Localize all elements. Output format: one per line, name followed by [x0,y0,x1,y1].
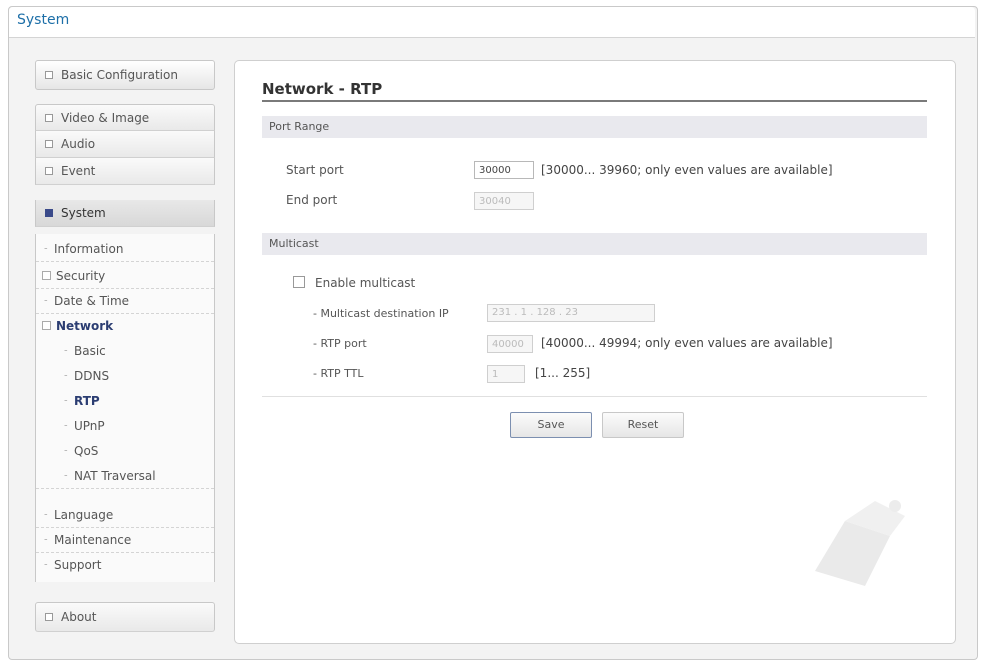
end-port-input[interactable] [474,192,534,210]
main-panel: Network - RTP Port Range Start port [300… [234,60,956,644]
multicast-destination-ip-input[interactable]: 231 . 1 . 128 . 23 [487,304,655,322]
window-title: System [17,12,70,28]
ip-octet-1: 231 [492,307,512,318]
sidebar-item-label: Video & Image [61,110,150,125]
sidebar-item-event[interactable]: Event [35,158,215,185]
sidebar-item-rtp[interactable]: - RTP [36,388,214,413]
sidebar-item-label: RTP [74,393,100,408]
sidebar-item-maintenance[interactable]: - Maintenance [36,527,214,553]
sidebar-item-support[interactable]: - Support [36,552,214,577]
dash-bullet-icon: - [44,295,48,306]
square-icon [45,71,53,79]
camera-watermark-icon [815,500,905,586]
dash-bullet-icon: - [64,420,68,431]
dash-bullet-icon: - [44,243,48,254]
square-icon [45,613,53,621]
section-heading: Port Range [269,120,330,133]
page-title: Network - RTP [262,80,383,98]
sidebar-item-video-image[interactable]: Video & Image [35,104,215,131]
dash-bullet-icon: - [64,395,68,406]
dash-bullet-icon: - [44,559,48,570]
form-divider [262,396,927,397]
sidebar-item-basic[interactable]: - Basic [36,338,214,363]
sidebar-item-label: Audio [61,137,96,151]
sidebar-item-label: Language [54,507,114,522]
dash-bullet-icon: - [64,470,68,481]
sidebar-item-label: Network [56,318,114,333]
system-submenu: - Information Security - Date & Time Net… [35,234,215,582]
sidebar-item-date-time[interactable]: - Date & Time [36,288,214,314]
sidebar-item-label: UPnP [74,418,105,433]
sidebar-item-system[interactable]: System [35,200,215,227]
square-icon [45,167,53,175]
rtp-port-input[interactable] [487,335,533,353]
sidebar-item-label: Maintenance [54,532,132,547]
reset-button[interactable]: Reset [602,412,684,438]
end-port-label: End port [286,193,338,207]
sidebar-basic-configuration[interactable]: Basic Configuration [35,60,215,90]
start-port-hint: [30000... 39960; only even values are av… [541,163,833,177]
sidebar-item-label: System [61,206,106,220]
sidebar-item-label: DDNS [74,368,110,383]
sidebar-item-language[interactable]: - Language [36,502,214,528]
start-port-input[interactable] [474,161,534,179]
sidebar-item-ddns[interactable]: - DDNS [36,363,214,388]
ip-octet-2: 1 [520,307,528,318]
dash-bullet-icon: - [44,509,48,520]
sidebar-item-about[interactable]: About [35,602,215,632]
enable-multicast-checkbox[interactable] [293,276,305,288]
rtp-port-label: - RTP port [313,337,367,350]
sidebar-item-label: Basic Configuration [61,68,178,82]
dash-bullet-icon: - [64,370,68,381]
sidebar-item-information[interactable]: - Information [36,236,214,262]
ip-octet-3: 128 [536,307,556,318]
window-title-bar: System [9,7,975,38]
title-divider [262,100,927,102]
sidebar-item-label: Support [54,557,102,572]
rtp-ttl-hint: [1... 255] [535,366,591,380]
section-heading: Multicast [269,237,319,250]
sidebar-item-label: NAT Traversal [74,468,156,483]
filled-square-icon [45,209,53,217]
sidebar-item-label: QoS [74,443,99,458]
square-icon [45,140,53,148]
dash-bullet-icon: - [44,534,48,545]
square-icon [45,113,53,122]
multicast-destination-ip-label: - Multicast destination IP [313,307,449,320]
dash-bullet-icon: - [64,345,68,356]
section-port-range: Port Range [262,116,927,138]
minus-box-icon[interactable] [42,320,51,330]
enable-multicast-label: Enable multicast [315,276,416,290]
sidebar-item-label: Event [61,164,96,178]
sidebar-item-label: About [61,610,97,624]
rtp-port-hint: [40000... 49994; only even values are av… [541,336,833,350]
sidebar-item-label: Information [54,241,124,256]
sidebar-item-qos[interactable]: - QoS [36,438,214,463]
sidebar-item-upnp[interactable]: - UPnP [36,413,214,438]
save-button[interactable]: Save [510,412,592,438]
sidebar-item-network[interactable]: Network [36,313,214,338]
section-multicast: Multicast [262,233,927,255]
plus-box-icon[interactable] [42,270,51,280]
sidebar-item-label: Basic [74,343,106,358]
dash-bullet-icon: - [64,445,68,456]
sidebar-item-security[interactable]: Security [36,263,214,289]
sidebar-item-audio[interactable]: Audio [35,131,215,158]
sidebar-item-nat-traversal[interactable]: - NAT Traversal [36,463,214,489]
sidebar-item-label: Security [56,268,106,283]
ip-octet-4: 23 [565,307,578,318]
sidebar-item-label: Date & Time [54,293,130,308]
start-port-label: Start port [286,163,344,177]
rtp-ttl-label: - RTP TTL [313,367,364,380]
rtp-ttl-input[interactable] [487,365,525,383]
